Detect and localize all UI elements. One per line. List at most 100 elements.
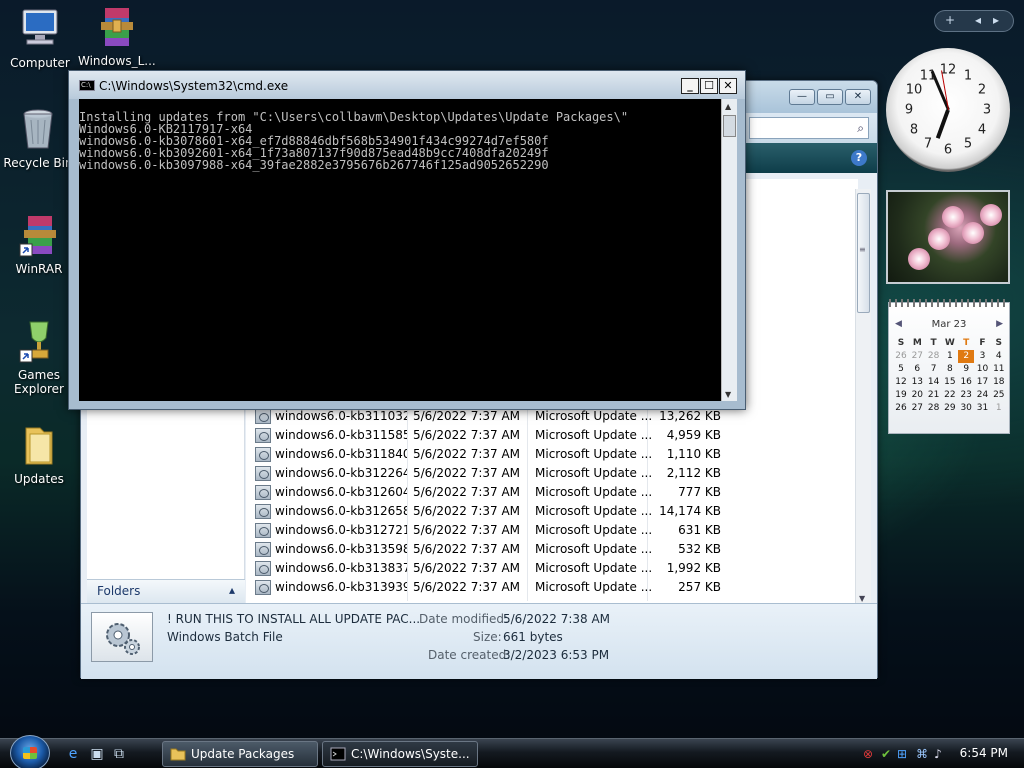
update-package-icon [255, 485, 271, 500]
clock-time[interactable]: 6:54 PM [960, 746, 1008, 760]
gadget-prev-button[interactable]: ◂ [975, 13, 981, 27]
windows-flag-icon[interactable]: ⊞ [894, 746, 910, 762]
calendar-day[interactable]: 31 [975, 402, 991, 415]
calendar-day[interactable]: 25 [991, 389, 1007, 402]
cmd-close-button[interactable]: ✕ [719, 78, 737, 94]
desktop-icon-windows-l[interactable]: Windows_L... [78, 4, 156, 68]
cmd-titlebar[interactable]: C:\ C:\Windows\System32\cmd.exe _ ☐ ✕ [69, 71, 745, 99]
scrollbar-thumb[interactable] [723, 115, 736, 137]
details-pane: ! RUN THIS TO INSTALL ALL UPDATE PAC... … [81, 603, 877, 679]
calendar-day[interactable]: 21 [926, 389, 942, 402]
calendar-day[interactable]: 13 [909, 376, 925, 389]
calendar-day[interactable]: 28 [926, 402, 942, 415]
search-icon[interactable]: ⌕ [857, 121, 864, 136]
calendar-day[interactable]: 5 [893, 363, 909, 376]
desktop-icon-games-explorer[interactable]: Games Explorer [1, 318, 77, 396]
calendar-day[interactable]: 14 [926, 376, 942, 389]
calendar-day[interactable]: 28 [926, 350, 942, 363]
table-row[interactable]: windows6.0-kb313939... 5/6/2022 7:37 AM Mi… [251, 578, 731, 597]
details-date-created-label: Date created: [428, 648, 511, 662]
calendar-next-month-button[interactable]: ▶ [996, 319, 1003, 329]
calendar-prev-month-button[interactable]: ◀ [895, 319, 902, 329]
calendar-day[interactable]: 7 [926, 363, 942, 376]
explorer-maximize-button[interactable]: ▭ [817, 89, 843, 105]
windows-update-icon[interactable]: ✔ [878, 746, 894, 762]
network-icon[interactable]: ⌘ [914, 746, 930, 762]
cmd-window[interactable]: C:\ C:\Windows\System32\cmd.exe _ ☐ ✕ In… [68, 70, 746, 410]
calendar-day[interactable]: 18 [991, 376, 1007, 389]
calendar-day[interactable]: 10 [975, 363, 991, 376]
slideshow-gadget[interactable] [886, 190, 1010, 284]
desktop-icon-winrar[interactable]: WinRAR [1, 212, 77, 276]
calendar-day[interactable]: 26 [893, 350, 909, 363]
calendar-day[interactable]: 19 [893, 389, 909, 402]
cmd-maximize-button[interactable]: ☐ [700, 78, 718, 94]
calendar-day[interactable]: 22 [942, 389, 958, 402]
calendar-day[interactable]: 9 [958, 363, 974, 376]
security-alert-icon[interactable]: ⊗ [860, 746, 876, 762]
cmd-scrollbar[interactable]: ▲ ▼ [721, 99, 737, 401]
scroll-down-arrow-icon[interactable]: ▼ [859, 594, 865, 603]
explorer-minimize-button[interactable]: — [789, 89, 815, 105]
desktop-icon-computer[interactable]: Computer [2, 6, 78, 70]
calendar-day[interactable]: 3 [975, 350, 991, 363]
desktop-icon-updates[interactable]: Updates [1, 422, 77, 486]
file-name: windows6.0-kb312264... [275, 466, 407, 480]
scroll-down-arrow-icon[interactable]: ▼ [725, 390, 731, 399]
calendar-day[interactable]: 17 [975, 376, 991, 389]
taskbar: e ▣ ⧉ Update Packages C:\Windows\Syste..… [0, 735, 1024, 768]
calendar-day[interactable]: 23 [958, 389, 974, 402]
calendar-day[interactable]: 24 [975, 389, 991, 402]
explorer-close-button[interactable]: ✕ [845, 89, 871, 105]
volume-muted-icon[interactable]: ♪ [930, 746, 946, 762]
switch-windows-icon[interactable]: ⧉ [110, 745, 128, 763]
clock-number: 10 [905, 82, 923, 98]
calendar-day[interactable]: 29 [942, 402, 958, 415]
scroll-up-arrow-icon[interactable]: ▲ [725, 102, 731, 111]
cmd-minimize-button[interactable]: _ [681, 78, 699, 94]
calendar-day[interactable]: 15 [942, 376, 958, 389]
calendar-day[interactable]: 30 [958, 402, 974, 415]
table-row[interactable]: windows6.0-kb313837... 5/6/2022 7:37 AM Mi… [251, 559, 731, 578]
start-button[interactable] [10, 735, 50, 768]
taskbar-item-update-packages[interactable]: Update Packages [162, 741, 318, 767]
calendar-day[interactable]: 1 [991, 402, 1007, 415]
desktop-icon-recycle-bin[interactable]: Recycle Bin [0, 106, 76, 170]
calendar-day[interactable]: 8 [942, 363, 958, 376]
table-row[interactable]: windows6.0-kb312658... 5/6/2022 7:37 AM Mi… [251, 502, 731, 521]
search-input[interactable]: ⌕ [749, 117, 869, 139]
calendar-day[interactable]: 27 [909, 350, 925, 363]
table-row[interactable]: windows6.0-kb313598... 5/6/2022 7:37 AM Mi… [251, 540, 731, 559]
calendar-day[interactable]: 27 [909, 402, 925, 415]
show-desktop-icon[interactable]: ▣ [88, 745, 106, 763]
calendar-day[interactable]: 26 [893, 402, 909, 415]
calendar-day[interactable]: 1 [942, 350, 958, 363]
calendar-day[interactable]: 4 [991, 350, 1007, 363]
add-gadget-button[interactable]: + [945, 13, 955, 27]
calendar-day[interactable]: 16 [958, 376, 974, 389]
taskbar-item-cmd[interactable]: C:\Windows\Syste... [322, 741, 478, 767]
clock-gadget[interactable]: 12 1 2 3 4 5 6 7 8 9 10 11 [886, 48, 1010, 172]
calendar-day[interactable]: 6 [909, 363, 925, 376]
calendar-weekday: T [963, 338, 970, 348]
calendar-day[interactable]: 12 [893, 376, 909, 389]
table-row[interactable]: windows6.0-kb312604... 5/6/2022 7:37 AM Mi… [251, 483, 731, 502]
calendar-day[interactable]: 11 [991, 363, 1007, 376]
file-size: 257 KB [678, 580, 721, 594]
file-size: 4,959 KB [666, 428, 721, 442]
desktop-icon-label: Games Explorer [14, 368, 64, 396]
table-row[interactable]: windows6.0-kb311840... 5/6/2022 7:37 AM Mi… [251, 445, 731, 464]
console-output[interactable]: Installing updates from "C:\Users\collba… [79, 99, 721, 401]
calendar-day[interactable]: 20 [909, 389, 925, 402]
table-row[interactable]: windows6.0-kb312721... 5/6/2022 7:37 AM Mi… [251, 521, 731, 540]
table-row[interactable]: windows6.0-kb312264... 5/6/2022 7:37 AM Mi… [251, 464, 731, 483]
folders-toggle[interactable]: Folders ▴ [87, 579, 245, 603]
help-button[interactable]: ? [851, 150, 867, 166]
table-row[interactable]: windows6.0-kb311585... 5/6/2022 7:37 AM Mi… [251, 426, 731, 445]
calendar-gadget[interactable]: ◀ Mar 23 ▶ S M T W T F S 26 27 28 1 2 3 4 5 6 7 8 9 10 11 12 1… [888, 299, 1010, 434]
file-list-scrollbar[interactable]: ≡ ▼ [855, 189, 871, 603]
calendar-day[interactable]: 2 [958, 350, 975, 363]
file-date: 5/6/2022 7:37 AM [413, 561, 521, 575]
gadget-next-button[interactable]: ▸ [993, 13, 999, 27]
internet-explorer-icon[interactable]: e [64, 745, 82, 763]
